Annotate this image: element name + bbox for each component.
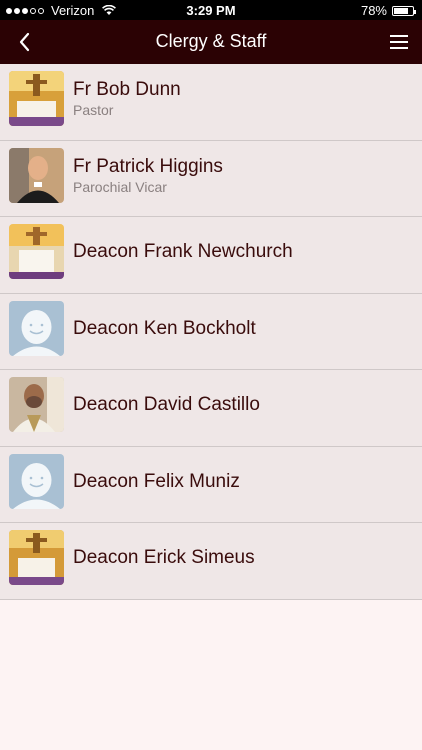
staff-row[interactable]: Deacon Felix Muniz [0,446,422,523]
altar-photo [9,530,64,585]
portrait-photo [9,377,64,432]
staff-role: Parochial Vicar [73,178,167,195]
status-time: 3:29 PM [186,3,236,18]
staff-info: Deacon Frank Newchurch [73,241,293,263]
placeholder-avatar-icon [9,453,64,509]
staff-name: Fr Patrick Higgins [73,155,223,177]
staff-role: Pastor [73,102,114,118]
status-right: 78% [360,3,416,18]
staff-info: Deacon David Castillo [73,394,260,416]
placeholder-avatar-icon [9,300,64,356]
altar-photo [9,71,64,126]
navigation-bar: Clergy & Staff [0,20,422,64]
staff-info: Deacon Ken Bockholt [73,318,256,340]
portrait-photo [9,147,64,203]
staff-info: Fr Patrick Higgins Parochial Vicar [73,156,223,195]
staff-name: Fr Bob Dunn [73,79,181,100]
staff-row[interactable]: Deacon Erick Simeus [0,523,422,600]
staff-row[interactable]: Deacon David Castillo [0,370,422,447]
staff-row[interactable]: Deacon Frank Newchurch [0,217,422,294]
staff-info: Fr Bob Dunn Pastor [73,79,181,118]
staff-row[interactable]: Fr Bob Dunn Pastor [0,64,422,141]
staff-name: Deacon David Castillo [73,394,260,415]
page-title: Clergy & Staff [155,31,267,51]
staff-row[interactable]: Fr Patrick Higgins Parochial Vicar [0,140,422,217]
staff-list: Fr Bob Dunn Pastor Fr Patrick Higgins Pa… [0,64,422,600]
menu-icon[interactable] [388,31,410,53]
battery-icon [392,5,416,16]
status-bar: Verizon 3:29 PM 78% [0,0,422,20]
staff-name: Deacon Ken Bockholt [73,317,256,339]
staff-info: Deacon Erick Simeus [73,547,255,569]
battery-percent: 78% [360,3,387,18]
altar-photo [9,224,64,279]
staff-info: Deacon Felix Muniz [73,471,240,493]
staff-name: Deacon Erick Simeus [73,547,255,568]
staff-name: Deacon Frank Newchurch [73,241,293,262]
staff-row[interactable]: Deacon Ken Bockholt [0,293,422,370]
staff-name: Deacon Felix Muniz [73,470,240,492]
